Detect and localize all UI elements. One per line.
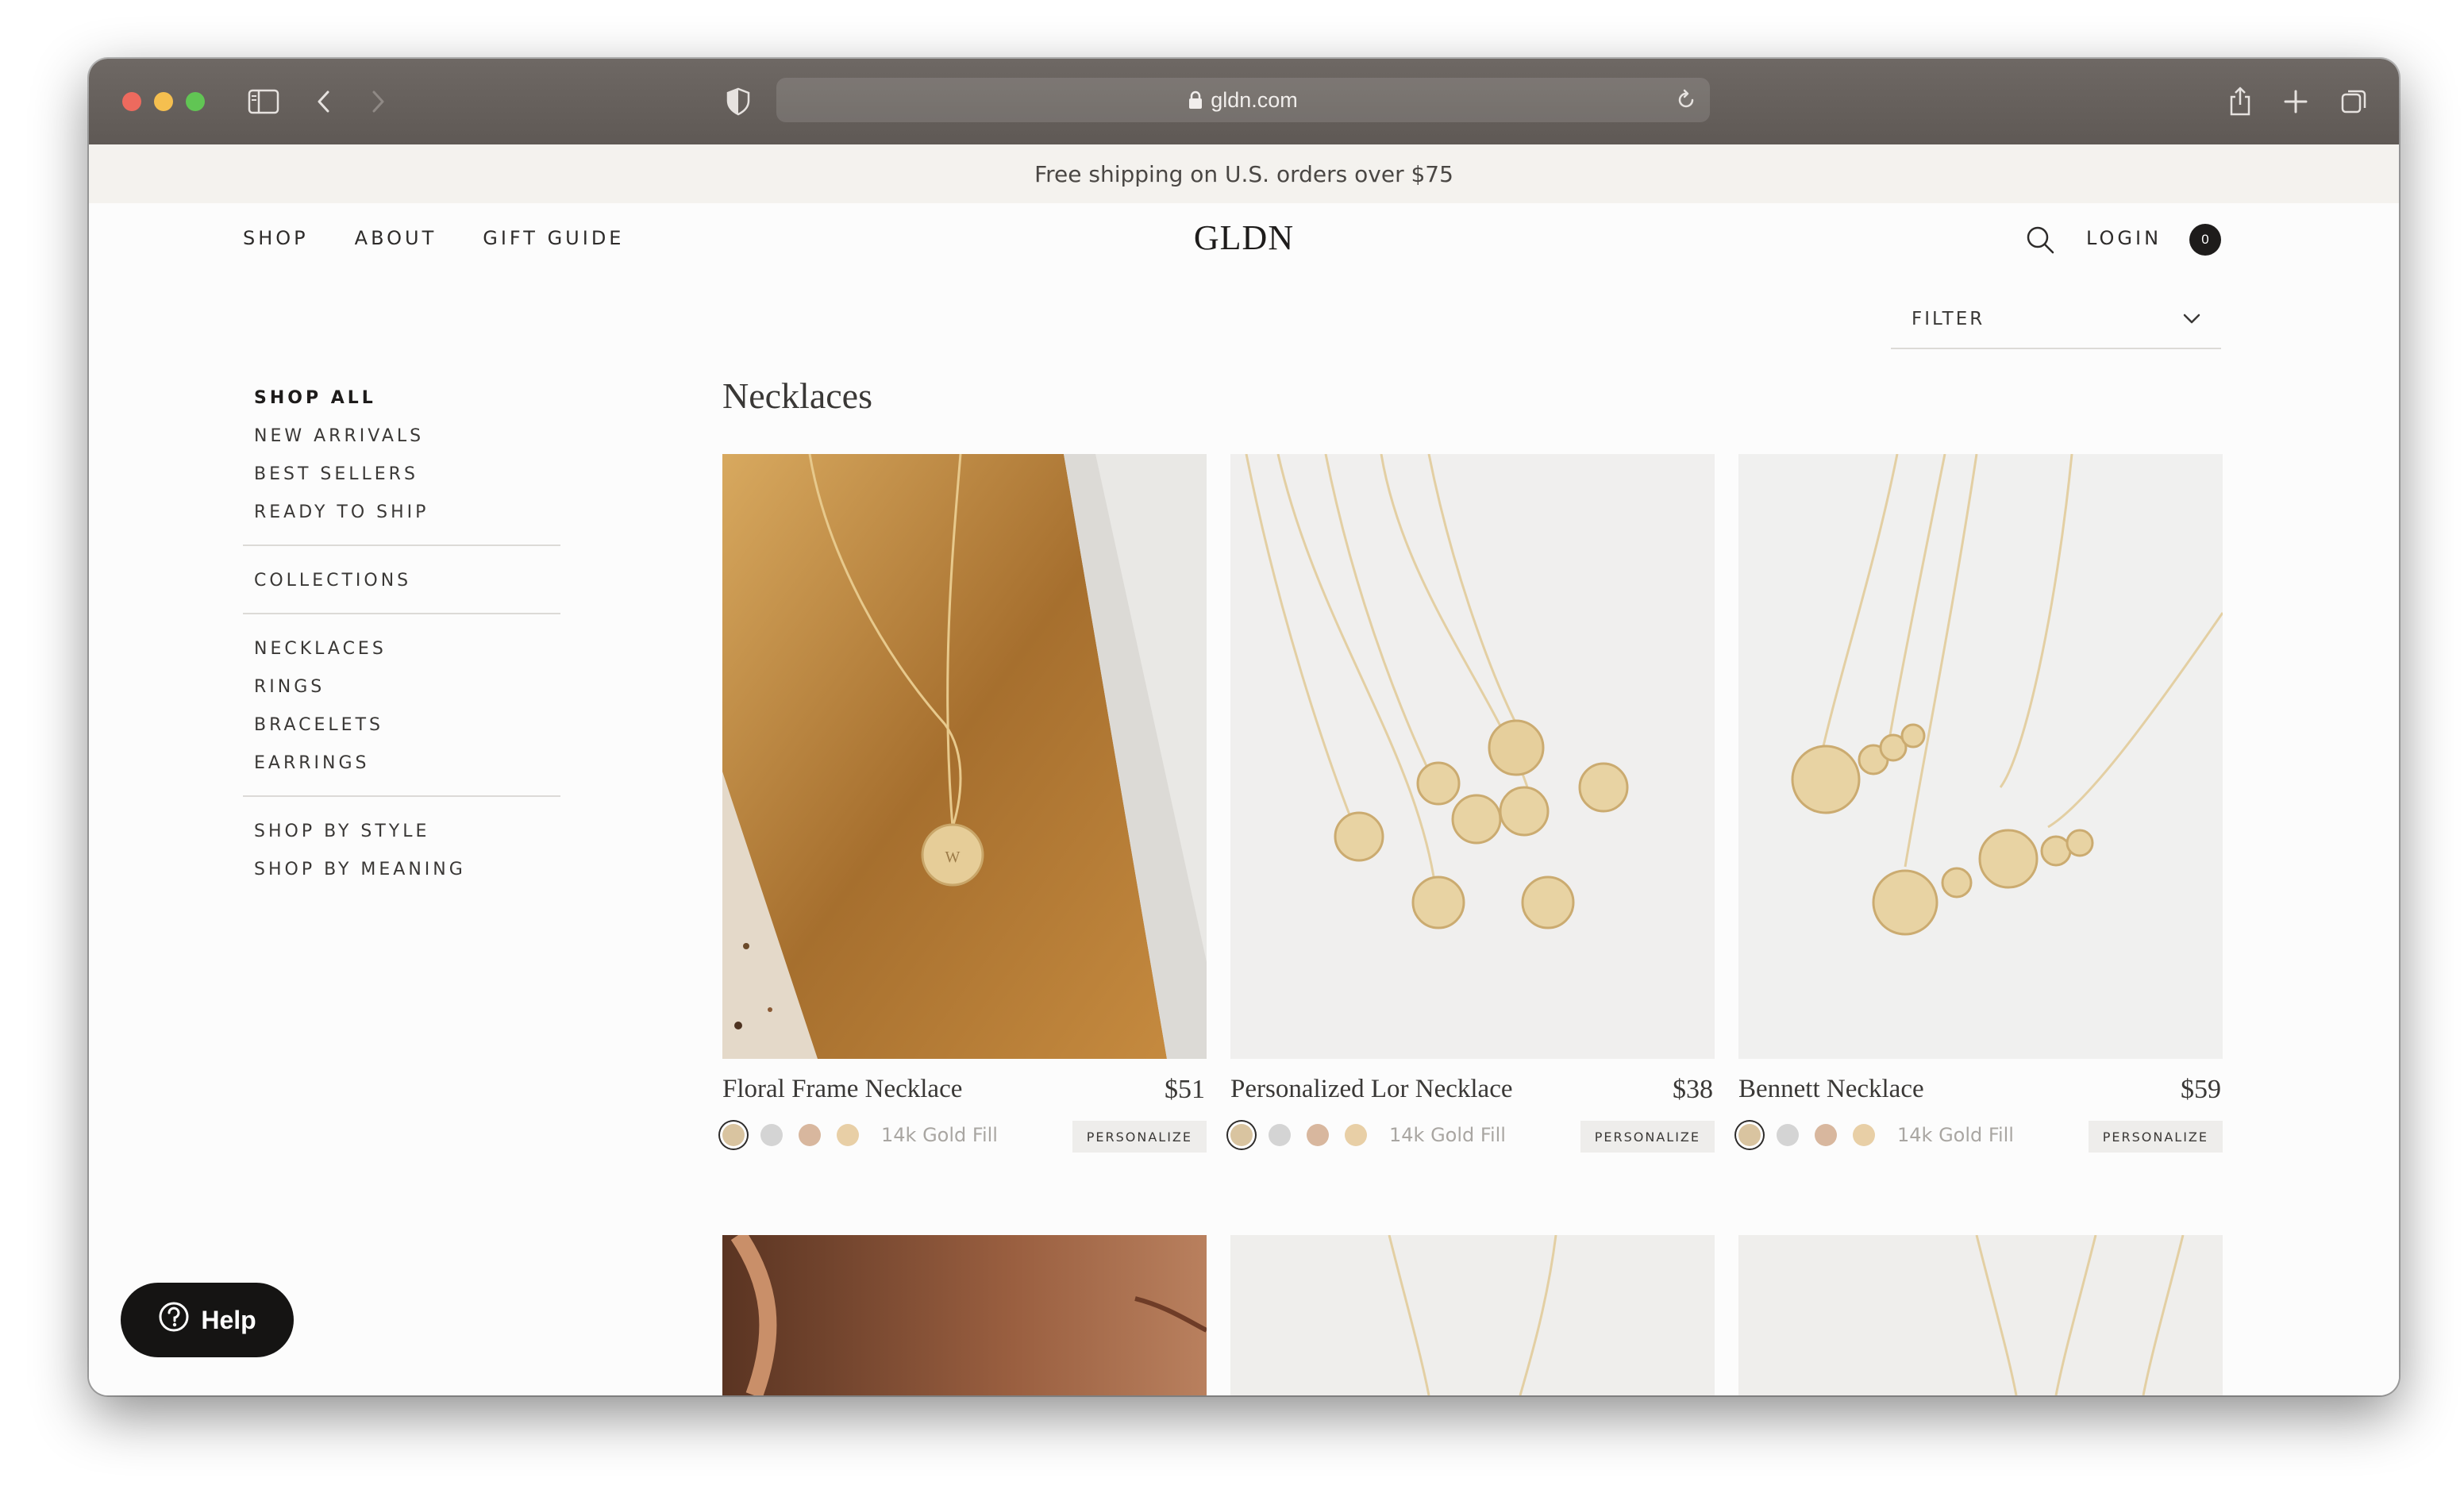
- material-label: 14k Gold Fill: [1389, 1124, 1506, 1146]
- product-price: $59: [2181, 1075, 2221, 1104]
- swatch-yellow[interactable]: [1345, 1124, 1367, 1146]
- sidebar-item-shop-all[interactable]: SHOP ALL: [254, 379, 549, 418]
- reload-icon[interactable]: [1673, 87, 1699, 113]
- product-image[interactable]: W: [722, 454, 1207, 1059]
- product-image[interactable]: [1738, 454, 2223, 1059]
- sidebar-item-best-sellers[interactable]: BEST SELLERS: [254, 456, 549, 494]
- lock-icon: [1188, 90, 1203, 110]
- personalize-button[interactable]: PERSONALIZE: [2088, 1121, 2223, 1153]
- personalize-button[interactable]: PERSONALIZE: [1580, 1121, 1715, 1153]
- page-title: Necklaces: [722, 375, 872, 416]
- page-content: Free shipping on U.S. orders over $75 SH…: [89, 144, 2399, 1395]
- sidebar-item-rings[interactable]: RINGS: [254, 668, 549, 706]
- sidebar-item-collections[interactable]: COLLECTIONS: [254, 562, 549, 600]
- swatch-rose[interactable]: [799, 1124, 821, 1146]
- browser-toolbar: gldn.com: [89, 59, 2399, 146]
- back-icon[interactable]: [305, 83, 343, 121]
- sidebar-item-bracelets[interactable]: BRACELETS: [254, 706, 549, 745]
- close-window-button[interactable]: [122, 92, 141, 111]
- browser-window: gldn.com Free shipping on U.S. orders ov…: [89, 59, 2399, 1395]
- swatch-rose[interactable]: [1307, 1124, 1329, 1146]
- svg-text:W: W: [945, 849, 961, 866]
- product-image[interactable]: [1230, 1235, 1715, 1395]
- help-button[interactable]: Help: [121, 1283, 294, 1357]
- chevron-down-icon: [2183, 309, 2200, 329]
- swatch-gold[interactable]: [1230, 1124, 1253, 1146]
- material-label: 14k Gold Fill: [1897, 1124, 2014, 1146]
- product-card[interactable]: Bennett Necklace $59 14k Gold Fill PERSO…: [1738, 454, 2223, 1154]
- cart-count: 0: [2201, 232, 2209, 247]
- product-image[interactable]: [722, 1235, 1207, 1395]
- new-tab-icon[interactable]: [2277, 83, 2315, 121]
- help-icon: [158, 1301, 190, 1339]
- cart-button[interactable]: 0: [2189, 224, 2221, 256]
- sidebar-item-earrings[interactable]: EARRINGS: [254, 745, 549, 783]
- address-url: gldn.com: [1211, 87, 1298, 112]
- product-name[interactable]: Personalized Lor Necklace: [1230, 1075, 1513, 1104]
- zoom-window-button[interactable]: [186, 92, 205, 111]
- forward-icon[interactable]: [359, 83, 397, 121]
- swatch-group: 14k Gold Fill: [722, 1124, 998, 1146]
- sidebar-icon[interactable]: [244, 83, 283, 121]
- swatch-yellow[interactable]: [1853, 1124, 1875, 1146]
- sidebar-divider: [243, 795, 560, 797]
- product-image[interactable]: [1230, 454, 1715, 1059]
- swatch-silver[interactable]: [760, 1124, 783, 1146]
- sidebar-item-new-arrivals[interactable]: NEW ARRIVALS: [254, 418, 549, 456]
- swatch-silver[interactable]: [1269, 1124, 1291, 1146]
- product-image[interactable]: [1738, 1235, 2223, 1395]
- shipping-banner: Free shipping on U.S. orders over $75: [89, 144, 2399, 203]
- category-sidebar: SHOP ALL NEW ARRIVALS BEST SELLERS READY…: [243, 379, 560, 889]
- swatch-rose[interactable]: [1815, 1124, 1837, 1146]
- product-card[interactable]: W Floral Frame Necklace $51 14k Gold Fil…: [722, 454, 1207, 1154]
- product-name[interactable]: Floral Frame Necklace: [722, 1075, 962, 1104]
- swatch-silver[interactable]: [1777, 1124, 1799, 1146]
- login-link[interactable]: LOGIN: [2086, 227, 2162, 249]
- swatch-gold[interactable]: [722, 1124, 745, 1146]
- sidebar-divider: [243, 613, 560, 614]
- help-label: Help: [201, 1305, 256, 1334]
- shield-icon[interactable]: [719, 83, 757, 121]
- share-icon[interactable]: [2221, 83, 2259, 121]
- product-price: $51: [1165, 1075, 1205, 1104]
- sidebar-divider: [243, 545, 560, 546]
- swatch-gold[interactable]: [1738, 1124, 1761, 1146]
- banner-text: Free shipping on U.S. orders over $75: [1034, 160, 1453, 187]
- filter-dropdown[interactable]: FILTER: [1891, 291, 2221, 349]
- swatch-group: 14k Gold Fill: [1738, 1124, 2014, 1146]
- personalize-button[interactable]: PERSONALIZE: [1072, 1121, 1207, 1153]
- material-label: 14k Gold Fill: [881, 1124, 998, 1146]
- sidebar-item-shop-by-style[interactable]: SHOP BY STYLE: [254, 813, 549, 851]
- product-price: $38: [1673, 1075, 1713, 1104]
- swatch-yellow[interactable]: [837, 1124, 859, 1146]
- product-card[interactable]: Personalized Lor Necklace $38 14k Gold F…: [1230, 454, 1715, 1154]
- swatch-group: 14k Gold Fill: [1230, 1124, 1506, 1146]
- filter-label: FILTER: [1912, 309, 1985, 329]
- sidebar-item-ready-to-ship[interactable]: READY TO SHIP: [254, 494, 549, 532]
- address-bar[interactable]: gldn.com: [776, 78, 1710, 122]
- product-name[interactable]: Bennett Necklace: [1738, 1075, 1924, 1104]
- sidebar-item-shop-by-meaning[interactable]: SHOP BY MEANING: [254, 851, 549, 889]
- search-icon[interactable]: [2024, 224, 2056, 256]
- minimize-window-button[interactable]: [154, 92, 173, 111]
- sidebar-item-necklaces[interactable]: NECKLACES: [254, 630, 549, 668]
- tabs-overview-icon[interactable]: [2335, 83, 2374, 121]
